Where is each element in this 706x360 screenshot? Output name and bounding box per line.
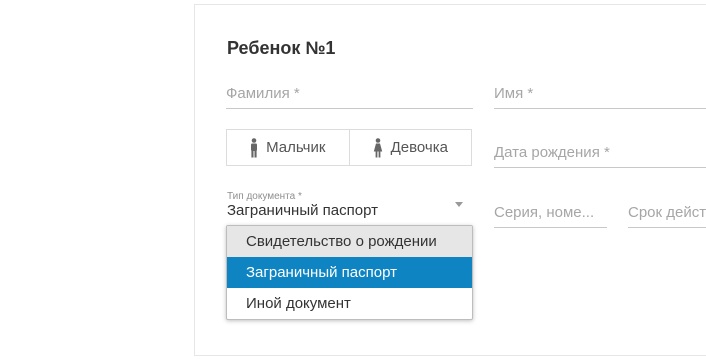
series-number-placeholder: Серия, номе... xyxy=(494,204,595,221)
gender-female-button[interactable]: Девочка xyxy=(348,130,472,165)
name-placeholder: Имя * xyxy=(494,85,534,102)
gender-female-label: Девочка xyxy=(390,139,448,156)
document-type-value: Заграничный паспорт xyxy=(227,202,378,219)
expiry-date-field[interactable]: Срок действ xyxy=(628,197,706,228)
dropdown-option-other-document[interactable]: Иной документ xyxy=(227,288,472,319)
gender-male-button[interactable]: Мальчик xyxy=(227,130,349,165)
gender-toggle: Мальчик Девочка xyxy=(226,129,472,166)
dropdown-option-foreign-passport[interactable]: Заграничный паспорт xyxy=(227,257,472,288)
document-type-label: Тип документа * xyxy=(227,191,302,202)
gender-male-label: Мальчик xyxy=(266,139,326,156)
name-field[interactable]: Имя * xyxy=(494,78,706,109)
document-type-dropdown: Свидетельство о рождении Заграничный пас… xyxy=(226,225,473,320)
chevron-down-icon[interactable] xyxy=(455,202,463,207)
girl-icon xyxy=(373,137,382,157)
boy-icon xyxy=(251,137,258,157)
birthdate-field[interactable]: Дата рождения * xyxy=(494,137,706,168)
expiry-date-placeholder: Срок действ xyxy=(628,204,706,221)
surname-placeholder: Фамилия * xyxy=(226,85,300,102)
series-number-field[interactable]: Серия, номе... xyxy=(494,197,607,228)
dropdown-option-birth-certificate[interactable]: Свидетельство о рождении xyxy=(227,226,472,257)
surname-field[interactable]: Фамилия * xyxy=(226,78,473,109)
birthdate-placeholder: Дата рождения * xyxy=(494,144,610,161)
child-title: Ребенок №1 xyxy=(227,38,336,58)
